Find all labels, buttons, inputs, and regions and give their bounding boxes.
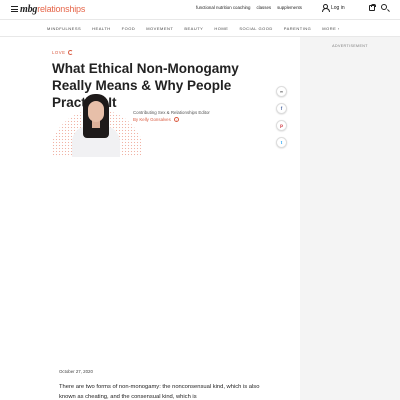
logo-mbg: mbg [20,4,38,15]
logo-suffix: relationships [37,4,86,14]
author-name: By Kelly Gonsalves [133,117,171,122]
publish-date: October 27, 2020 [59,369,93,374]
nav-item-parenting[interactable]: PARENTING [284,26,312,31]
nav-item-home[interactable]: HOME [214,26,228,31]
category-tag[interactable]: LOVE [52,50,74,55]
nav-item-beauty[interactable]: BEAUTY [184,26,203,31]
user-icon [321,4,330,12]
pinterest-icon[interactable]: p [276,120,287,131]
login-button[interactable]: Log in [321,4,345,12]
category-label: LOVE [52,50,66,55]
article-body: There are two forms of non-monogamy: the… [59,384,260,400]
ad-label: ADVERTISEMENT [332,44,368,48]
author-role: Contributing Sex & Relationships Editor [133,110,210,115]
twitter-icon[interactable]: t [276,137,287,148]
nav-item-health[interactable]: HEALTH [92,26,110,31]
chevron-right-icon: › [337,26,340,31]
top-link-coaching[interactable]: functional nutrition coaching [196,5,250,10]
search-icon[interactable] [381,4,387,10]
right-rail: ADVERTISEMENT [300,37,400,400]
link-icon[interactable]: ∞ [276,86,287,97]
nav-item-mindfulness[interactable]: MINDFULNESS [47,26,81,31]
top-link-classes[interactable]: classes [256,5,271,10]
facebook-icon[interactable]: f [276,103,287,114]
category-nav: MINDFULNESS HEALTH FOOD MOVEMENT BEAUTY … [0,19,400,37]
category-icon [68,50,74,55]
login-label: Log in [331,4,345,11]
shopping-bag-icon[interactable] [369,4,376,11]
nav-item-movement[interactable]: MOVEMENT [146,26,173,31]
author-photo [52,93,141,157]
nav-more-label: MORE [322,26,337,31]
nav-item-food[interactable]: FOOD [122,26,136,31]
author-link[interactable]: By Kelly Gonsalves i [133,117,179,122]
nav-item-social-good[interactable]: SOCIAL GOOD [239,26,272,31]
top-links: functional nutrition coaching classes su… [196,5,302,10]
top-link-supplements[interactable]: supplements [277,5,302,10]
site-logo[interactable]: mbgrelationships [20,3,85,16]
share-bar: ∞ f p t [276,86,287,148]
info-icon[interactable]: i [173,117,179,122]
top-bar: mbgrelationships functional nutrition co… [0,0,400,19]
nav-item-more[interactable]: MORE › [322,26,339,31]
menu-icon[interactable] [11,6,18,12]
